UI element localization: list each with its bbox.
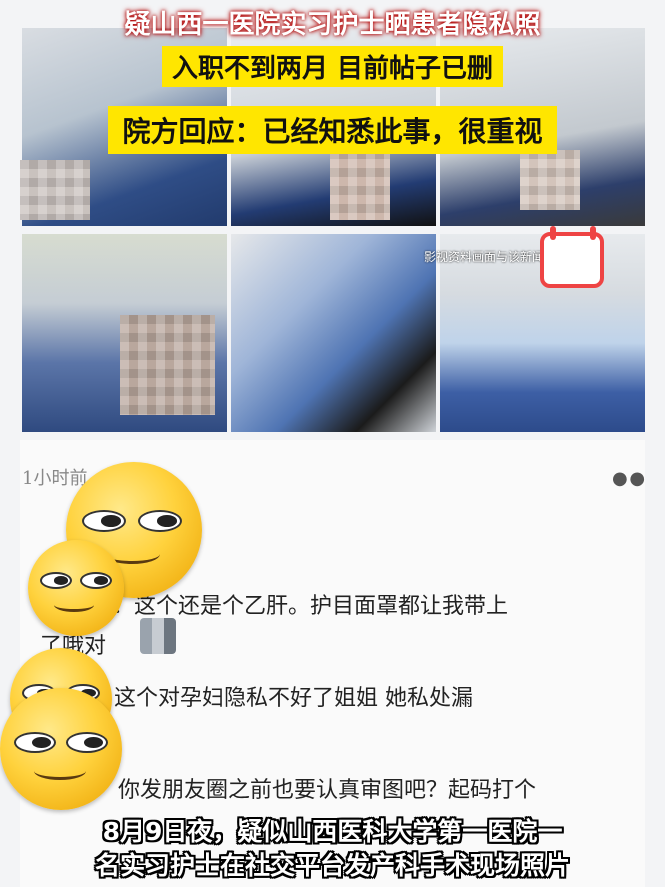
comment-line: 这个对孕妇隐私不好了姐姐 她私处漏: [114, 686, 473, 711]
mosaic-blur: [330, 150, 390, 220]
post-time: 1小时前: [22, 468, 88, 489]
headline-subtitle: 入职不到两月 目前帖子已删: [0, 46, 665, 87]
mosaic-blur: [520, 150, 580, 210]
photo-5: [231, 234, 436, 432]
mosaic-blur: [120, 315, 215, 415]
headline-title: 疑山西一医院实习护士晒患者隐私照: [124, 10, 541, 40]
avatar: [140, 618, 176, 654]
comment-line: 你发朋友圈之前也要认真审图吧？起码打个: [118, 778, 537, 803]
caption-line: 8月9日夜，疑似山西医科大学第一医院一: [102, 817, 563, 846]
smirk-emoji-icon: [0, 688, 122, 810]
comment-line: ：这个还是个乙肝。护目面罩都让我带上: [112, 594, 509, 619]
news-screenshot: 疑山西一医院实习护士晒患者隐私照 入职不到两月 目前帖子已删 院方回应：已经知悉…: [0, 0, 665, 887]
more-dots-icon[interactable]: ● ●: [612, 468, 645, 489]
calendar-icon: [540, 226, 604, 288]
mosaic-blur: [20, 160, 90, 220]
headline-response: 院方回应：已经知悉此事，很重视: [0, 106, 665, 154]
smirk-emoji-icon: [28, 540, 124, 636]
caption-line: 名实习护士在社交平台发产科手术现场照片: [94, 851, 570, 880]
